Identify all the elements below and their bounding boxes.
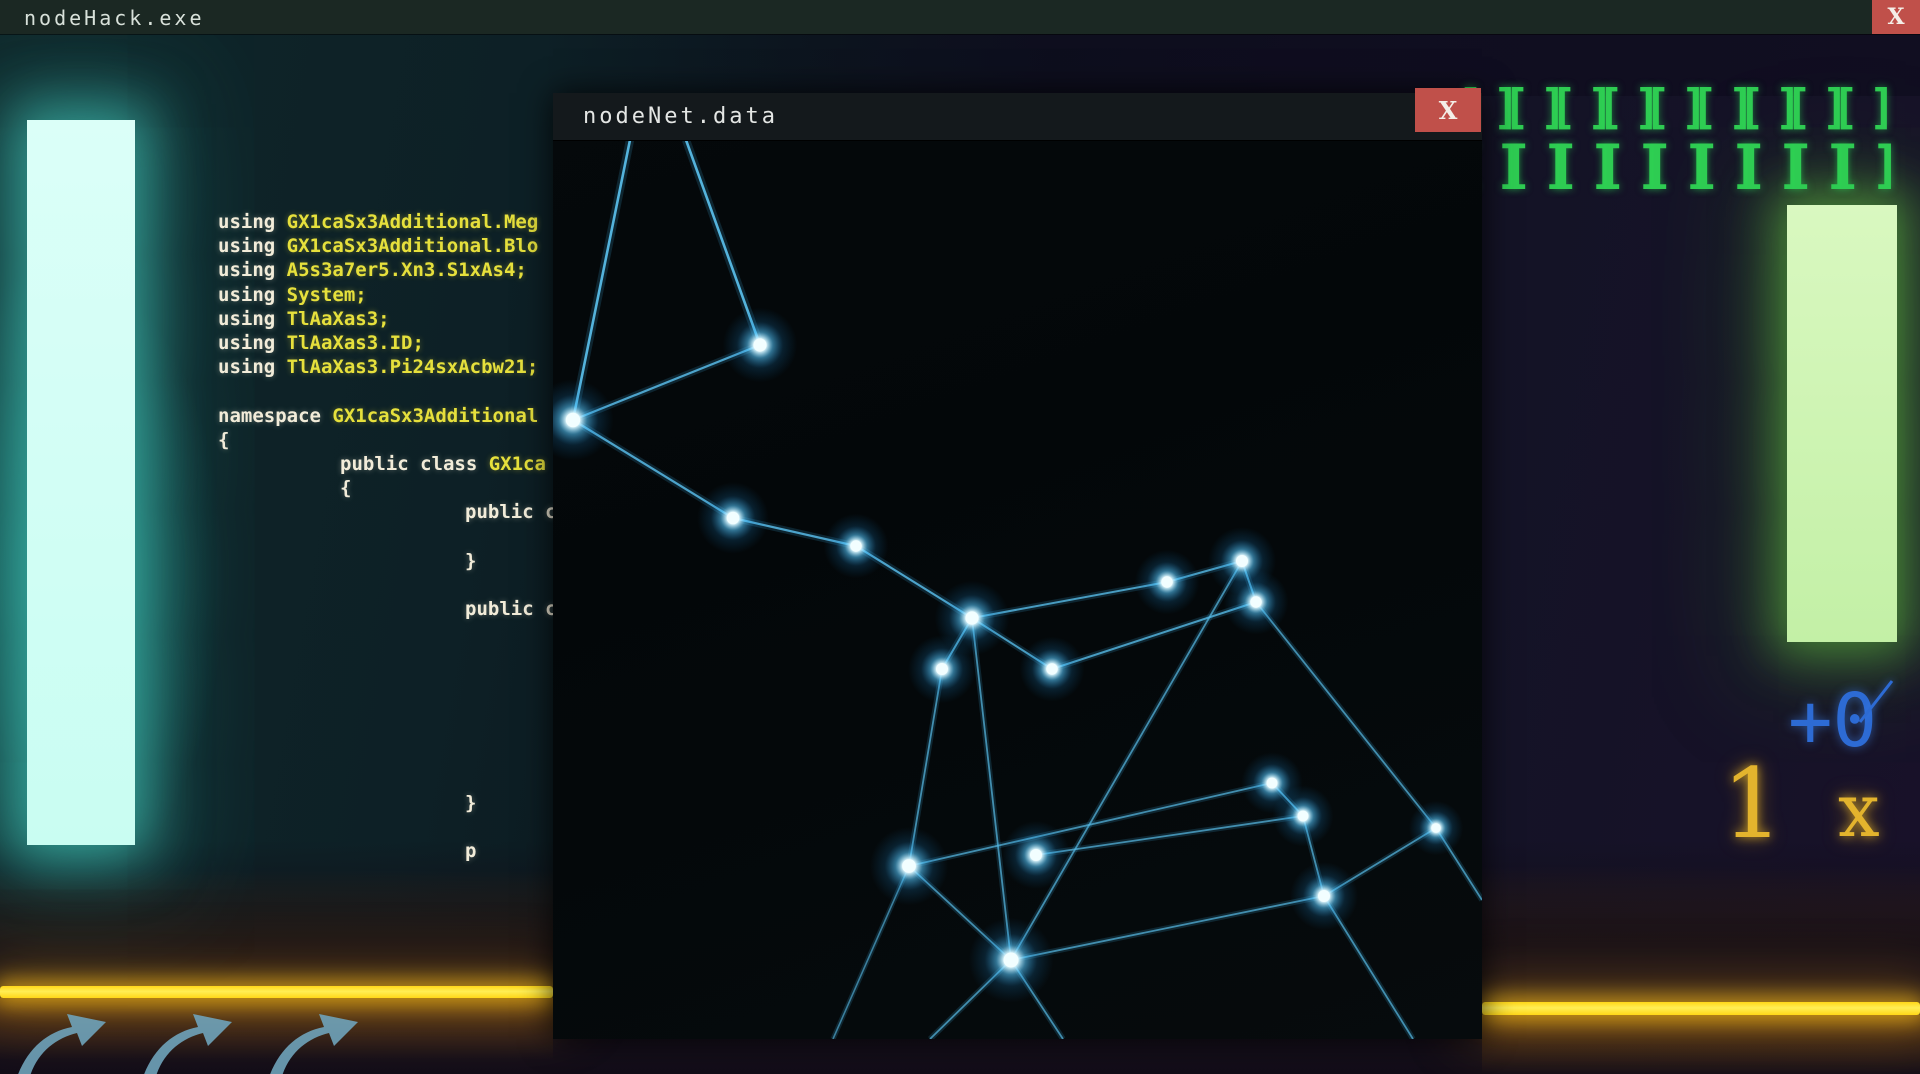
code-line: { <box>218 428 229 452</box>
app-title-bar[interactable]: nodeHack.exe X <box>0 0 1920 34</box>
network-node[interactable] <box>1135 550 1200 615</box>
slot-bracket-pair: [] <box>1784 136 1831 195</box>
progress-bar-green <box>1787 205 1897 642</box>
network-node[interactable] <box>553 379 614 461</box>
code-line: public class GX1ca <box>340 452 546 476</box>
network-node[interactable] <box>1002 821 1070 889</box>
code-line <box>465 670 476 694</box>
network-node[interactable] <box>824 514 889 579</box>
network-node[interactable] <box>870 827 948 905</box>
code-line: using A5s3a7er5.Xn3.S1xAs4; <box>218 258 527 282</box>
slot-bracket-pair: [] <box>1502 136 1549 195</box>
network-edge <box>909 783 1272 866</box>
code-line: using GX1caSx3Additional.Blo <box>218 234 538 258</box>
network-node[interactable] <box>1020 637 1085 702</box>
slot-bracket-pair: [] <box>1643 80 1690 135</box>
code-panel: using GX1caSx3Additional.Megusing GX1caS… <box>0 95 553 875</box>
app-close-button[interactable]: X <box>1872 0 1920 34</box>
code-line <box>465 815 476 839</box>
slot-bracket-pair: [] <box>1737 80 1784 135</box>
network-node[interactable] <box>1272 785 1333 846</box>
slot-bracket-pair: [] <box>1831 136 1878 195</box>
slot-bracket-pair: [] <box>1690 80 1737 135</box>
network-node[interactable] <box>1224 570 1289 635</box>
swoosh-arrow-icon <box>10 1002 128 1074</box>
network-node[interactable] <box>1290 862 1358 930</box>
network-node[interactable] <box>723 308 798 383</box>
network-node[interactable] <box>969 918 1054 1003</box>
slot-bracket-pair: [] <box>1549 136 1596 195</box>
code-line: public c <box>465 500 553 524</box>
combo-arrows <box>10 1002 430 1074</box>
score-multiplier-label: x <box>1838 768 1880 854</box>
code-line <box>465 525 476 549</box>
code-line: using TlAaXas3.Pi24sxAcbw21; <box>218 355 538 379</box>
swoosh-arrow-icon <box>262 1002 380 1074</box>
network-node[interactable] <box>697 482 768 553</box>
neon-divider-right <box>1482 1002 1920 1015</box>
slot-bracket-pair: [] <box>1784 80 1831 135</box>
nodenet-close-button[interactable]: X <box>1415 88 1481 132</box>
network-edge <box>573 140 630 420</box>
network-node[interactable] <box>1409 801 1463 855</box>
plus-counter-label: +0 <box>1788 678 1877 764</box>
neon-divider-left <box>0 986 553 998</box>
nodenet-window: nodeNet.data X <box>553 93 1482 1039</box>
slot-bracket-pair: [] <box>1690 136 1737 195</box>
code-line: using TlAaXas3.ID; <box>218 331 424 355</box>
network-edge <box>1036 816 1303 855</box>
network-edge <box>1011 561 1242 960</box>
nodenet-title: nodeNet.data <box>583 104 778 129</box>
slot-brackets-row-2: [][][][][][][][][] <box>1455 136 1878 195</box>
slot-brackets-row-1: [][][][][][][][][] <box>1455 80 1878 135</box>
slot-bracket-pair: [] <box>1831 80 1878 135</box>
code-line <box>465 742 476 766</box>
slot-bracket-pair: [] <box>1596 136 1643 195</box>
app-title: nodeHack.exe <box>24 6 205 30</box>
code-line: } <box>465 549 476 573</box>
network-node[interactable] <box>908 635 976 703</box>
code-line: p <box>465 839 476 863</box>
code-line: using TlAaXas3; <box>218 307 390 331</box>
code-line: using GX1caSx3Additional.Meg <box>218 210 538 234</box>
code-line: { <box>340 476 351 500</box>
code-line <box>465 573 476 597</box>
code-line <box>465 621 476 645</box>
slot-bracket-pair: [] <box>1549 80 1596 135</box>
code-line: } <box>465 791 476 815</box>
yellow-line-underglow-right <box>1482 1015 1920 1074</box>
node-graph[interactable] <box>553 140 1482 1039</box>
slot-bracket-pair: [] <box>1596 80 1643 135</box>
nodenet-title-bar[interactable]: nodeNet.data <box>553 93 1482 141</box>
code-line: public c <box>465 597 553 621</box>
code-line <box>465 718 476 742</box>
network-edge <box>972 618 1011 960</box>
code-line <box>218 379 229 403</box>
code-line: using System; <box>218 283 367 307</box>
code-line <box>465 646 476 670</box>
score-value: 1 <box>1722 748 1783 860</box>
slot-bracket-pair: [] <box>1643 136 1690 195</box>
slot-bracket-pair: [] <box>1737 136 1784 195</box>
code-line <box>465 767 476 791</box>
slot-bracket-pair: [] <box>1502 80 1549 135</box>
swoosh-arrow-icon <box>136 1002 254 1074</box>
network-edge <box>1011 896 1324 960</box>
code-line: namespace GX1caSx3Additional <box>218 404 538 428</box>
code-line <box>465 694 476 718</box>
